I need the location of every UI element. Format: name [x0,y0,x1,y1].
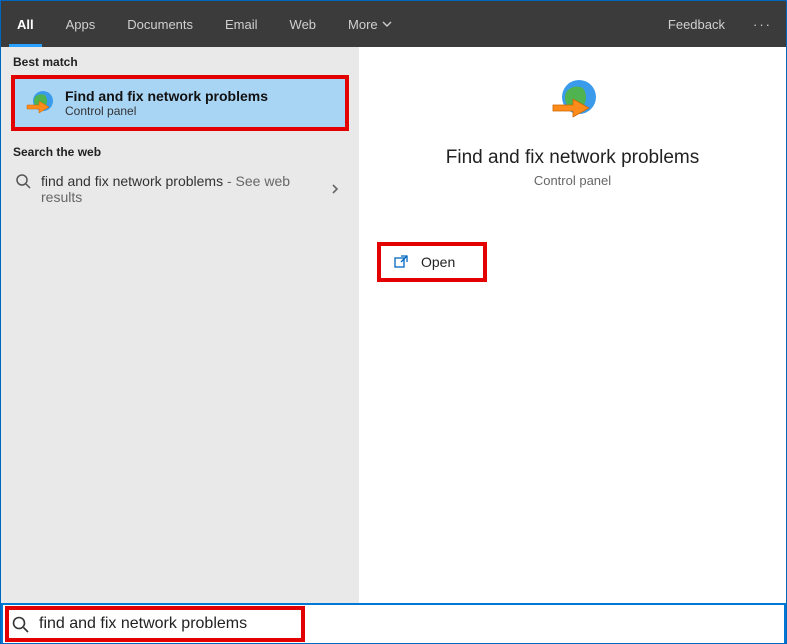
network-troubleshoot-icon [23,87,55,119]
search-icon [11,615,29,633]
search-tabbar: All Apps Documents Email Web More Feedba… [1,1,786,47]
best-match-subtitle: Control panel [65,104,268,118]
search-input[interactable] [39,615,776,633]
feedback-link[interactable]: Feedback [654,1,739,47]
open-icon [393,254,409,270]
chevron-down-icon [382,19,392,29]
more-options-button[interactable]: ··· [739,1,786,47]
tab-documents[interactable]: Documents [111,1,209,47]
tab-email[interactable]: Email [209,1,274,47]
open-label: Open [421,254,455,270]
tab-web[interactable]: Web [274,1,333,47]
best-match-title: Find and fix network problems [65,88,268,104]
search-web-header: Search the web [1,137,359,165]
preview-subtitle: Control panel [534,173,611,188]
tab-more[interactable]: More [332,1,408,47]
web-result-query: find and fix network problems [41,173,223,189]
results-panel: Best match Find and fix network problems… [1,47,359,603]
tab-apps[interactable]: Apps [50,1,112,47]
search-icon [15,173,31,189]
preview-panel: Find and fix network problems Control pa… [359,47,786,603]
tab-all[interactable]: All [1,1,50,47]
search-bar[interactable] [1,603,786,643]
best-match-header: Best match [1,47,359,75]
best-match-result[interactable]: Find and fix network problems Control pa… [11,75,349,131]
network-troubleshoot-icon [547,75,599,127]
preview-title: Find and fix network problems [446,147,699,169]
chevron-right-icon [329,183,345,195]
open-button[interactable]: Open [377,242,487,282]
web-result-row[interactable]: find and fix network problems - See web … [1,165,359,213]
